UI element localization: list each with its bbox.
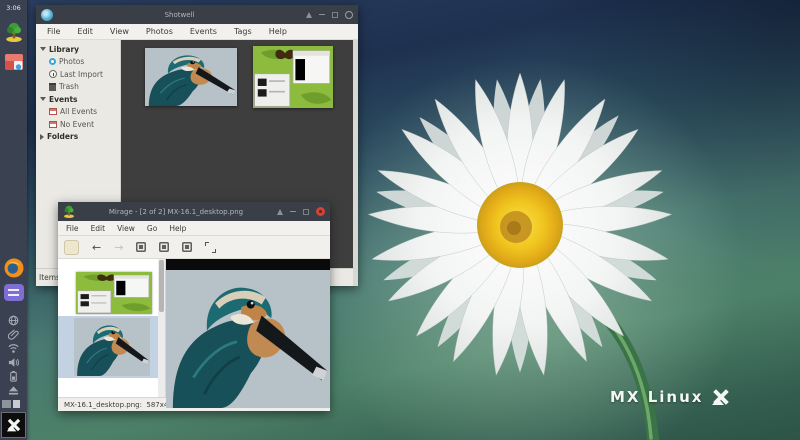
sidebar-item-all-events[interactable]: All Events [36,106,120,119]
photos-icon [49,58,56,65]
menu-photos[interactable]: Photos [146,27,173,36]
close-button[interactable] [345,11,353,19]
open-file-icon[interactable] [64,240,79,255]
sidebar-item-photos[interactable]: Photos [36,56,120,69]
wallpaper-brand: MX Linux [610,388,731,406]
firefox-launcher-icon[interactable] [4,258,24,278]
menu-file[interactable]: File [66,224,79,233]
menu-help[interactable]: Help [169,224,186,233]
sidebar-section-events[interactable]: Events [36,93,120,106]
menu-go[interactable]: Go [147,224,157,233]
clipboard-icon[interactable] [8,329,19,340]
sidebar-item-trash[interactable]: Trash [36,81,120,94]
clock-icon [49,70,57,78]
mx-logo-icon [6,419,22,432]
zoom-out-icon[interactable] [136,242,146,252]
sidebar-item-no-event[interactable]: No Event [36,118,120,131]
daisy-petals [367,73,672,377]
sidebar-section-library[interactable]: Library [36,43,120,56]
menu-help[interactable]: Help [269,27,287,36]
chevron-down-icon [40,97,46,101]
mirage-window: Mirage - [2 of 2] MX-16.1_desktop.png Fi… [58,202,330,411]
thumbnail-kingfisher[interactable] [74,318,150,376]
bell-icon[interactable] [277,209,283,215]
thumbnail-kingfisher[interactable] [145,48,237,106]
event-icon [49,108,57,115]
kingfisher-image [166,270,330,408]
mirage-toolbar: ← → [58,236,330,259]
menu-events[interactable]: Events [190,27,217,36]
chevron-right-icon [40,134,44,140]
volume-icon[interactable] [8,357,19,368]
chevron-down-icon [40,47,46,51]
zoom-in-icon[interactable] [159,242,169,252]
battery-icon[interactable] [8,371,19,382]
menu-edit[interactable]: Edit [77,27,93,36]
shotwell-status-text: Items [39,273,60,282]
shotwell-titlebar[interactable]: Shotwell [36,5,358,24]
menu-view[interactable]: View [117,224,135,233]
brand-text: MX Linux [610,388,703,406]
wifi-icon[interactable] [8,343,19,354]
eject-icon[interactable] [8,385,19,396]
menu-edit[interactable]: Edit [91,224,106,233]
network-icon[interactable] [8,315,19,326]
mirage-titlebar[interactable]: Mirage - [2 of 2] MX-16.1_desktop.png [58,202,330,221]
mirage-title: Mirage - [2 of 2] MX-16.1_desktop.png [79,208,273,216]
mirage-app-icon [63,205,75,218]
bell-icon[interactable] [306,12,312,18]
thumbnail-desktop-screenshot[interactable] [76,272,152,314]
shotwell-app-icon [41,9,53,21]
event-icon [49,121,57,128]
maximize-button[interactable] [332,12,338,18]
previous-image-icon[interactable]: ← [92,242,101,253]
system-tray [8,315,19,396]
menu-tags[interactable]: Tags [234,27,252,36]
fullscreen-icon[interactable] [205,242,216,253]
sidebar-section-folders[interactable]: Folders [36,131,120,144]
thumbnail-desktop-screenshot[interactable] [253,46,333,108]
workspace-switcher[interactable] [0,400,27,409]
sidebar-item-last-import[interactable]: Last Import [36,68,120,81]
maximize-button[interactable] [303,209,309,215]
mirage-thumbnail-pane [58,259,166,397]
menu-view[interactable]: View [110,27,129,36]
trash-icon [49,83,56,91]
mx-menu-button[interactable] [1,412,26,438]
mirage-menubar: File Edit View Go Help [58,221,330,236]
taskbar-item-shotwell[interactable] [4,52,24,72]
menu-launcher-icon[interactable] [4,284,24,301]
next-image-icon[interactable]: → [114,242,123,253]
minimize-button[interactable] [290,211,296,213]
desktop: MX Linux Shotwell File Edit View Photos … [0,0,800,440]
shotwell-title: Shotwell [57,11,302,19]
menu-file[interactable]: File [47,27,60,36]
shotwell-menubar: File Edit View Photos Events Tags Help [36,24,358,40]
taskbar: 3:06 [0,0,27,440]
close-button[interactable] [316,207,325,216]
taskbar-clock: 3:06 [6,4,21,12]
minimize-button[interactable] [319,14,325,16]
thumbnail-scrollbar[interactable] [158,259,165,397]
mirage-image-view[interactable] [166,259,330,397]
zoom-1to1-icon[interactable] [182,242,192,252]
mx-logo-icon [711,389,731,405]
taskbar-item-mirage[interactable] [4,22,24,42]
